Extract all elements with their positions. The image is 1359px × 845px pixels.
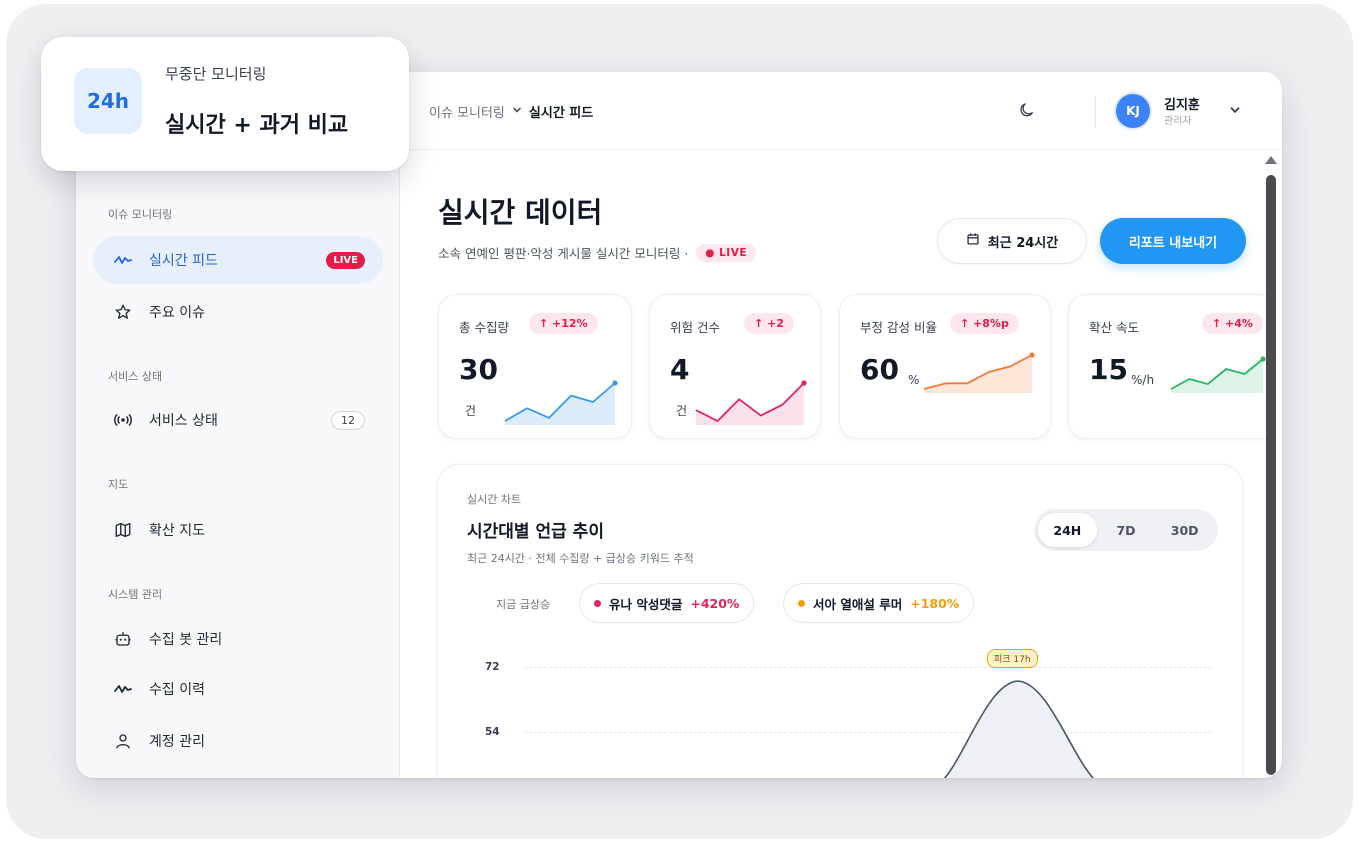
app-window: 이슈 모니터링 실시간 피드 LIVE 주요 이슈 서비스 상태 서비스 상태 … — [76, 72, 1282, 778]
chevron-down-icon[interactable] — [1228, 102, 1242, 121]
kpi-sparkline — [923, 352, 1035, 393]
sidebar-item-collection-history[interactable]: 수집 이력 — [93, 665, 383, 713]
live-badge: LIVE — [326, 251, 365, 269]
sidebar-item-service-status[interactable]: 서비스 상태 12 — [93, 396, 383, 444]
sparkline-endpoint — [801, 380, 807, 386]
kpi-delta: ↑ +4% — [1202, 313, 1263, 334]
sparkline-area — [505, 383, 615, 425]
sidebar-item-label: 실시간 피드 — [149, 253, 218, 269]
kpi-card-spread-speed[interactable]: 확산 속도 ↑ +4% 15 %/h — [1068, 294, 1266, 439]
trend-chart-card: 실시간 차트 시간대별 언급 추이 최근 24시간 · 전체 수집량 + 급상승… — [437, 464, 1243, 778]
subtitle-text: 소속 연예인 평판·악성 게시물 실시간 모니터링 · — [438, 246, 689, 261]
breadcrumb: 이슈 모니터링 실시간 피드 — [429, 102, 593, 121]
count-badge: 12 — [331, 410, 365, 430]
user-icon — [113, 731, 133, 751]
feature-callout: 24h 무중단 모니터링 실시간 + 과거 비교 — [41, 37, 409, 171]
peak-annotation: 피크 17h — [987, 649, 1038, 668]
sidebar: 이슈 모니터링 실시간 피드 LIVE 주요 이슈 서비스 상태 서비스 상태 … — [76, 72, 400, 778]
kpi-value: 4 — [670, 353, 690, 386]
chevron-down-icon[interactable] — [511, 104, 523, 120]
date-range-label: 최근 24시간 — [987, 235, 1059, 251]
kpi-label: 위험 건수 — [670, 320, 720, 335]
main-content: 실시간 데이터 소속 연예인 평판·악성 게시물 실시간 모니터링 · ● LI… — [400, 151, 1266, 778]
scrollbar-thumb[interactable] — [1266, 175, 1276, 775]
sidebar-section-service: 서비스 상태 — [108, 370, 163, 383]
sidebar-item-key-issues[interactable]: 주요 이슈 — [93, 288, 383, 336]
breadcrumb-current: 실시간 피드 — [528, 106, 594, 121]
kpi-unit: 건 — [676, 404, 688, 418]
page-subtitle: 소속 연예인 평판·악성 게시물 실시간 모니터링 · ● LIVE — [438, 243, 757, 262]
sidebar-section-issue: 이슈 모니터링 — [108, 208, 173, 221]
sidebar-item-account-management[interactable]: 계정 관리 — [93, 717, 383, 765]
user-role: 관리자 — [1164, 116, 1192, 127]
sidebar-item-bot-management[interactable]: 수집 봇 관리 — [93, 615, 383, 663]
mention-area-chart — [943, 680, 1094, 778]
sidebar-item-label: 수집 봇 관리 — [149, 632, 223, 648]
kpi-delta: ↑ +12% — [529, 313, 598, 334]
export-report-button[interactable]: 리포트 내보내기 — [1100, 218, 1246, 264]
sidebar-item-spread-map[interactable]: 확산 지도 — [93, 506, 383, 554]
sparkline-endpoint — [1029, 352, 1035, 358]
topbar: 이슈 모니터링 실시간 피드 KJ 김지훈 관리자 — [400, 72, 1282, 150]
kpi-value: 30 — [459, 353, 498, 386]
calendar-icon — [966, 232, 980, 250]
kpi-unit: %/h — [1131, 373, 1155, 387]
kpi-sparkline — [1170, 356, 1266, 393]
kpi-label: 부정 감성 비율 — [860, 320, 937, 335]
activity-icon — [113, 250, 133, 270]
map-icon — [113, 520, 133, 540]
star-icon — [113, 302, 133, 322]
kpi-card-risk[interactable]: 위험 건수 ↑ +2 4 건 — [649, 294, 821, 439]
sidebar-item-label: 수집 이력 — [149, 682, 205, 698]
kpi-label: 확산 속도 — [1089, 320, 1139, 335]
avatar[interactable]: KJ — [1116, 94, 1150, 128]
broadcast-icon — [113, 410, 133, 430]
kpi-sparkline — [504, 380, 618, 425]
kpi-delta: ↑ +8%p — [950, 313, 1019, 334]
callout-badge: 24h — [74, 68, 142, 134]
user-name[interactable]: 김지훈 — [1164, 94, 1200, 113]
kpi-card-negative-sentiment[interactable]: 부정 감성 비율 ↑ +8%p 60 % — [839, 294, 1051, 439]
sidebar-item-label: 계정 관리 — [149, 734, 205, 750]
activity-icon — [113, 679, 133, 699]
callout-subtitle: 무중단 모니터링 — [165, 65, 267, 83]
breadcrumb-parent[interactable]: 이슈 모니터링 — [429, 102, 505, 121]
kpi-value: 60 — [860, 353, 899, 386]
callout-title: 실시간 + 과거 비교 — [165, 113, 349, 138]
divider — [1095, 96, 1096, 128]
sidebar-section-map: 지도 — [108, 478, 129, 491]
area-fill — [944, 681, 1093, 778]
sidebar-item-label: 주요 이슈 — [149, 305, 205, 321]
moon-icon[interactable] — [1018, 101, 1036, 123]
bot-icon — [113, 629, 133, 649]
sparkline-area — [924, 355, 1032, 393]
sidebar-item-label: 확산 지도 — [149, 523, 205, 539]
kpi-value: 15 — [1089, 353, 1128, 386]
sparkline-endpoint — [612, 380, 618, 386]
scroll-up-arrow[interactable] — [1265, 156, 1277, 164]
kpi-delta: ↑ +2 — [744, 313, 794, 334]
kpi-unit: 건 — [465, 404, 477, 418]
sparkline-endpoint — [1260, 356, 1266, 362]
kpi-sparkline — [695, 380, 807, 425]
sidebar-section-system: 시스템 관리 — [108, 588, 163, 601]
kpi-unit: % — [908, 373, 920, 387]
kpi-label: 총 수집량 — [459, 320, 509, 335]
sidebar-item-label: 서비스 상태 — [149, 413, 218, 429]
live-status-badge: ● LIVE — [696, 243, 757, 262]
date-range-button[interactable]: 최근 24시간 — [937, 218, 1087, 264]
page-title: 실시간 데이터 — [438, 196, 603, 229]
sidebar-item-live-feed[interactable]: 실시간 피드 LIVE — [93, 236, 383, 284]
kpi-card-total[interactable]: 총 수집량 ↑ +12% 30 건 — [438, 294, 632, 439]
